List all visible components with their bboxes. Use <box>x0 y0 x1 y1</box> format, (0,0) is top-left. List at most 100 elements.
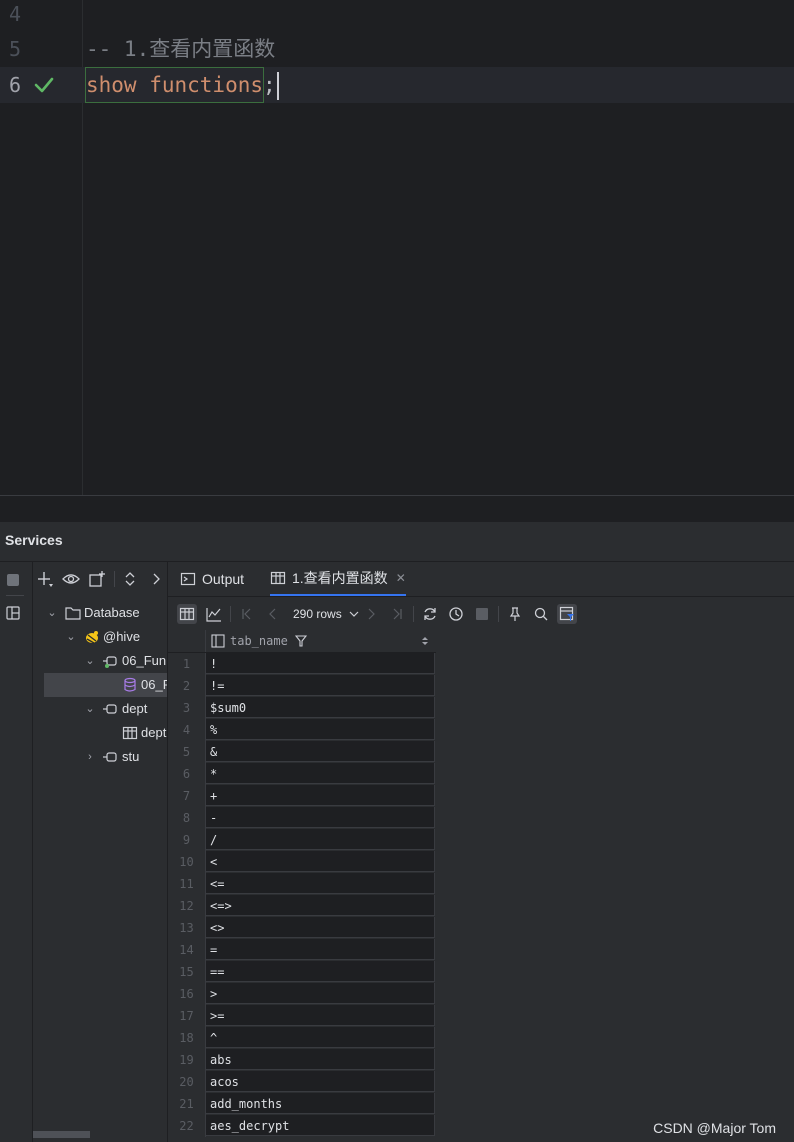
table-cell[interactable]: > <box>206 983 435 1004</box>
sql-statement[interactable]: show functions; <box>84 67 279 103</box>
execution-success-check-icon[interactable] <box>33 75 55 95</box>
last-page-icon[interactable] <box>387 604 407 624</box>
toolbar-separator <box>230 606 231 622</box>
table-row[interactable]: 13 <> <box>168 917 436 939</box>
row-number: 8 <box>168 807 206 829</box>
panel-splitter[interactable] <box>0 496 794 522</box>
table-cell[interactable]: = <box>206 939 435 960</box>
filter-icon[interactable] <box>295 635 307 647</box>
services-side-strip <box>0 562 33 1142</box>
table-row[interactable]: 7 + <box>168 785 436 807</box>
tree-node-session[interactable]: ⌄ 06_Fun <box>33 649 167 673</box>
table-cell[interactable]: & <box>206 741 435 762</box>
table-row[interactable]: 12 <=> <box>168 895 436 917</box>
table-row[interactable]: 17 >= <box>168 1005 436 1027</box>
code-editor[interactable]: 4 5 -- 1.查看内置函数 6 show functions; <box>0 0 794 496</box>
table-row[interactable]: 9/ <box>168 829 436 851</box>
table-cell[interactable]: >= <box>206 1005 435 1026</box>
sort-icon[interactable] <box>421 635 429 647</box>
row-count-selector[interactable]: 290 rows <box>293 597 359 632</box>
column-header-tab-name[interactable]: tab_name <box>206 630 436 652</box>
table-cell[interactable]: % <box>206 719 435 740</box>
stop-icon[interactable] <box>6 573 20 587</box>
next-page-icon[interactable] <box>361 604 381 624</box>
table-cell[interactable]: <> <box>206 917 435 938</box>
table-cell[interactable]: acos <box>206 1071 435 1092</box>
close-icon[interactable]: ✕ <box>396 571 406 585</box>
table-row[interactable]: 20 acos <box>168 1071 436 1093</box>
line-number: 6 <box>8 73 22 97</box>
table-row[interactable]: 19 abs <box>168 1049 436 1071</box>
table-cell[interactable]: == <box>206 961 435 982</box>
table-row[interactable]: 1! <box>168 653 436 675</box>
results-area: Output 1.查看内置函数 ✕ 290 rows tab_name 1 ! … <box>168 562 794 1142</box>
tab-query-result[interactable]: 1.查看内置函数 ✕ <box>270 562 406 596</box>
table-cell[interactable]: != <box>206 675 435 696</box>
table-row[interactable]: 15 == <box>168 961 436 983</box>
table-cell[interactable]: ^ <box>206 1027 435 1048</box>
stop-icon[interactable] <box>472 604 492 624</box>
table-cell[interactable]: - <box>206 807 435 828</box>
editor-line-4[interactable]: 4 <box>0 0 794 32</box>
table-row[interactable]: 4% <box>168 719 436 741</box>
table-cell[interactable]: <=> <box>206 895 435 916</box>
table-cell[interactable]: * <box>206 763 435 784</box>
chevron-down-icon[interactable]: ⌄ <box>83 649 97 673</box>
expand-collapse-icon[interactable] <box>121 570 139 588</box>
tree-node-console[interactable]: 06_F <box>44 673 167 697</box>
table-row[interactable]: 6 * <box>168 763 436 785</box>
table-row[interactable]: 22 aes_decrypt <box>168 1115 436 1137</box>
table-row[interactable]: 14 = <box>168 939 436 961</box>
table-cell[interactable]: add_months <box>206 1093 435 1114</box>
table-cell[interactable]: <= <box>206 873 435 894</box>
table-row[interactable]: 2 != <box>168 675 436 697</box>
editor-line-5[interactable]: 5 -- 1.查看内置函数 <box>0 31 794 67</box>
table-row[interactable]: 11 <= <box>168 873 436 895</box>
search-icon[interactable] <box>531 604 551 624</box>
table-row[interactable]: 21 add_months <box>168 1093 436 1115</box>
table-row[interactable]: 18 ^ <box>168 1027 436 1049</box>
tree-node-dept-table[interactable]: dept <box>33 721 167 745</box>
editor-line-6[interactable]: 6 show functions; <box>0 67 794 103</box>
table-cell[interactable]: < <box>206 851 435 872</box>
tree-node-label: stu <box>122 749 140 764</box>
chart-view-icon[interactable] <box>204 604 224 624</box>
table-view-icon[interactable] <box>177 604 197 624</box>
tree-node-dept[interactable]: ⌄ dept <box>33 697 167 721</box>
chevron-right-icon[interactable] <box>147 570 165 588</box>
new-group-icon[interactable] <box>88 570 106 588</box>
tab-output[interactable]: Output <box>180 562 244 596</box>
chevron-right-icon[interactable]: › <box>83 745 97 769</box>
refresh-icon[interactable] <box>420 604 440 624</box>
previous-page-icon[interactable] <box>263 604 283 624</box>
first-page-icon[interactable] <box>237 604 257 624</box>
horizontal-scrollbar[interactable] <box>33 1131 90 1138</box>
table-cell[interactable]: aes_decrypt <box>206 1115 435 1136</box>
chevron-down-icon[interactable]: ⌄ <box>45 601 59 625</box>
layout-icon[interactable] <box>6 606 20 620</box>
tree-node-stu[interactable]: › stu <box>33 745 167 769</box>
row-number-header <box>168 630 206 652</box>
table-row[interactable]: 3 $sum0 <box>168 697 436 719</box>
table-cell[interactable]: $sum0 <box>206 697 435 718</box>
table-icon <box>270 571 286 585</box>
eye-icon[interactable] <box>62 570 80 588</box>
table-cell[interactable]: / <box>206 829 435 850</box>
table-cell[interactable]: + <box>206 785 435 806</box>
table-row[interactable]: 8- <box>168 807 436 829</box>
table-row[interactable]: 16 > <box>168 983 436 1005</box>
table-cell[interactable]: abs <box>206 1049 435 1070</box>
tree-node-database[interactable]: ⌄ Database <box>33 601 167 625</box>
services-tree: ⌄ Database ⌄ @hive ⌄ 06_Fun 06_F ⌄ dept <box>33 562 168 1142</box>
history-clock-icon[interactable] <box>446 604 466 624</box>
table-row[interactable]: 10 < <box>168 851 436 873</box>
filter-view-icon[interactable] <box>557 604 577 624</box>
chevron-down-icon[interactable]: ⌄ <box>83 697 97 721</box>
tree-node-label: dept <box>122 701 148 716</box>
tree-node-hive[interactable]: ⌄ @hive <box>33 625 167 649</box>
table-cell[interactable]: ! <box>206 653 435 674</box>
table-row[interactable]: 5 & <box>168 741 436 763</box>
add-icon[interactable] <box>36 570 54 588</box>
pin-icon[interactable] <box>505 604 525 624</box>
chevron-down-icon[interactable]: ⌄ <box>64 625 78 649</box>
